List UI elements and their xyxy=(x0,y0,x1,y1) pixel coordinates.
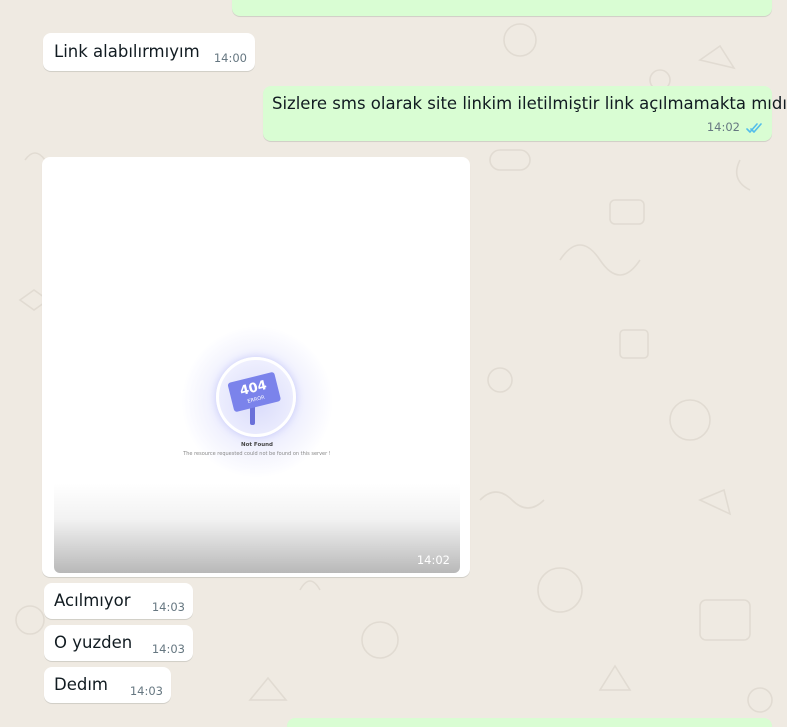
image-attachment[interactable]: 404 ERROR Not Found The resource request… xyxy=(54,167,460,573)
message-bubble-clipped-bottom[interactable] xyxy=(287,718,772,727)
message-text: Dedım xyxy=(54,675,108,694)
message-time: 14:03 xyxy=(151,642,185,656)
message-time: 14:03 xyxy=(151,600,185,614)
message-text: Sizlere sms olarak site linkim iletilmiş… xyxy=(272,94,787,113)
image-error-subtitle: The resource requested could not be foun… xyxy=(183,451,331,457)
message-text: Link alabılırmıyım xyxy=(54,42,200,61)
message-bubble-image[interactable]: 404 ERROR Not Found The resource request… xyxy=(42,157,470,577)
message-bubble-incoming[interactable]: O yuzden 14:03 xyxy=(44,625,193,661)
double-check-icon xyxy=(746,123,762,133)
message-text: Acılmıyor xyxy=(54,591,131,610)
message-bubble-incoming[interactable]: Link alabılırmıyım 14:00 xyxy=(43,33,255,71)
error-sign-icon: 404 ERROR xyxy=(227,372,281,425)
message-text: O yuzden xyxy=(54,633,133,652)
image-bottom-gradient xyxy=(54,483,460,573)
chat-panel[interactable]: Link alabılırmıyım 14:00 Sizlere sms ola… xyxy=(0,0,787,727)
message-bubble-outgoing[interactable]: Sizlere sms olarak site linkim iletilmiş… xyxy=(263,86,787,141)
image-error-title: Not Found xyxy=(240,442,273,448)
message-bubble-incoming[interactable]: Acılmıyor 14:03 xyxy=(44,583,193,619)
message-bubble-incoming[interactable]: Dedım 14:03 xyxy=(44,667,171,703)
message-time: 14:03 xyxy=(129,684,163,698)
message-time: 14:02 xyxy=(706,120,740,134)
message-time: 14:00 xyxy=(213,51,247,65)
message-bubble-clipped-top[interactable] xyxy=(232,0,772,16)
message-time: 14:02 xyxy=(416,553,450,567)
